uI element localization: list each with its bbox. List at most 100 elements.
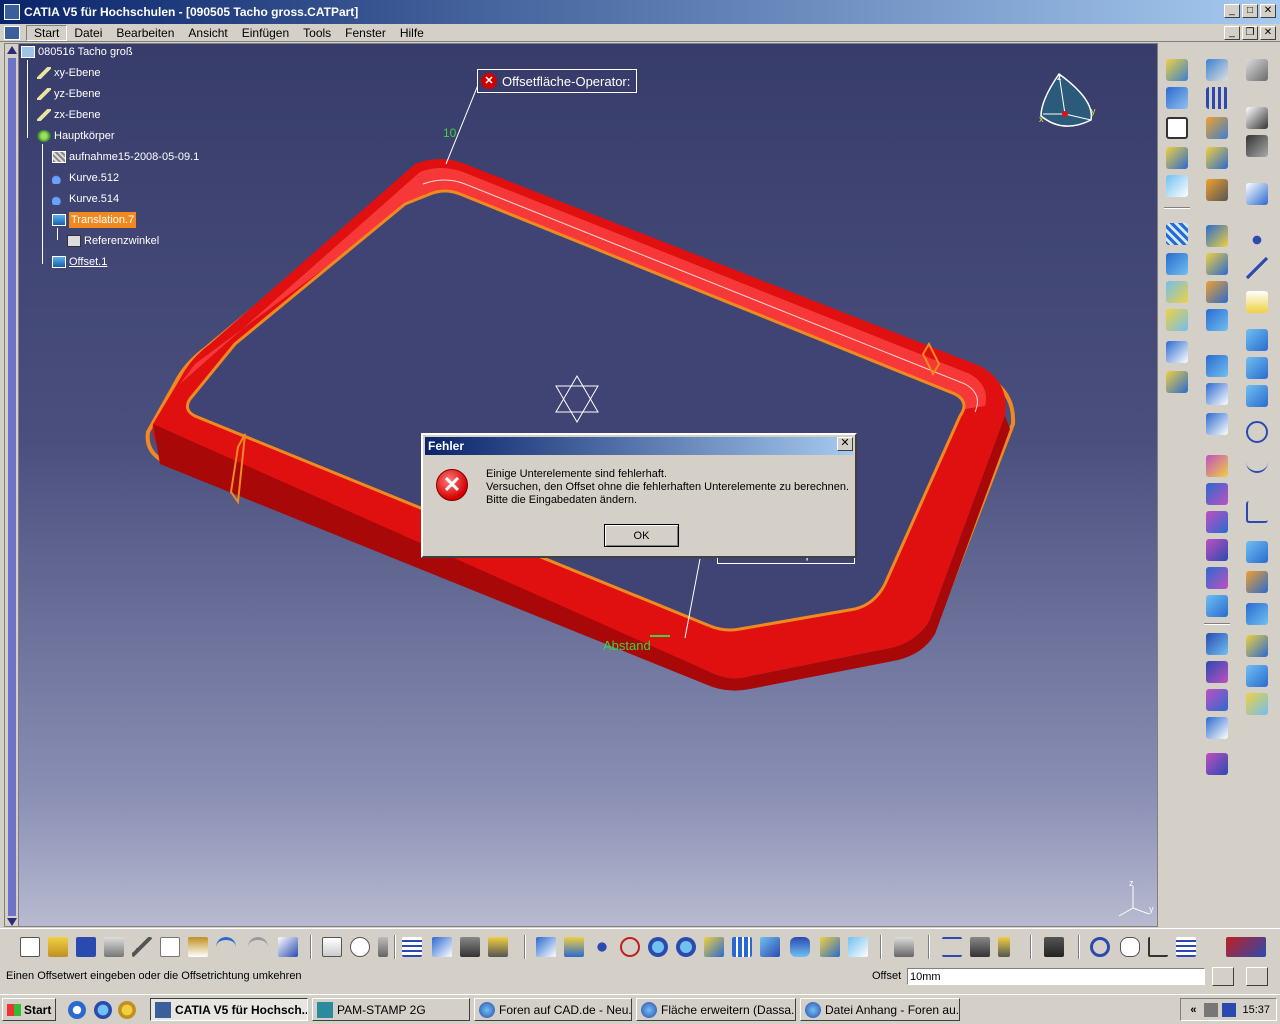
task-flaeche-erweitern[interactable]: Fläche erweitern (Dassa... — [636, 998, 796, 1021]
tree-icon[interactable] — [432, 937, 452, 957]
sketch-tool-icon[interactable] — [1166, 59, 1188, 81]
tree-item-main-body[interactable]: Hauptkörper — [37, 128, 115, 144]
start-button[interactable]: Start — [2, 998, 56, 1021]
status-icon-1[interactable] — [1212, 967, 1234, 986]
circle-icon[interactable] — [1246, 421, 1268, 443]
translate-icon[interactable] — [1206, 253, 1228, 275]
parallel-curve-icon[interactable] — [1246, 603, 1268, 625]
snap-icon[interactable] — [1246, 135, 1268, 157]
tree-scrollbar[interactable] — [5, 44, 19, 926]
tree-root[interactable]: 080516 Tacho groß — [21, 44, 133, 60]
scroll-down-icon[interactable] — [7, 918, 17, 926]
grid-icon[interactable] — [1206, 87, 1228, 109]
compass-tool-icon[interactable] — [1148, 937, 1168, 957]
axis-tool-icon[interactable] — [1206, 413, 1228, 435]
zoom-out-icon[interactable] — [676, 937, 696, 957]
help-icon[interactable] — [278, 937, 298, 957]
undo-icon[interactable] — [216, 937, 236, 957]
menu-tools[interactable]: Tools — [296, 26, 338, 40]
menu-hilfe[interactable]: Hilfe — [393, 26, 431, 40]
menu-datei[interactable]: Datei — [67, 26, 109, 40]
groove-icon[interactable] — [1206, 539, 1228, 561]
point-icon[interactable] — [1246, 229, 1268, 251]
messenger-icon[interactable] — [118, 1001, 136, 1019]
doc-restore-button[interactable]: ❐ — [1242, 26, 1258, 40]
shading-icon[interactable] — [790, 937, 810, 957]
ie-icon[interactable] — [94, 1001, 112, 1019]
distance-label[interactable]: Abstand — [603, 638, 651, 653]
shell-icon[interactable] — [1206, 717, 1228, 739]
part-icon[interactable] — [1246, 59, 1268, 81]
pocket-icon[interactable] — [1206, 483, 1228, 505]
axis-system-icon[interactable] — [1206, 59, 1228, 81]
arc-icon[interactable] — [1246, 451, 1268, 473]
tree-item-xy-plane[interactable]: xy-Ebene — [37, 65, 100, 81]
pan-icon[interactable] — [592, 937, 612, 957]
table-icon[interactable] — [402, 937, 422, 957]
sweep-icon[interactable] — [1206, 117, 1228, 139]
knowledge-icon[interactable] — [378, 937, 388, 957]
manipulate-icon[interactable] — [1120, 937, 1140, 957]
rotate-icon[interactable] — [1206, 309, 1228, 331]
tray-expand-icon[interactable]: « — [1190, 1004, 1196, 1016]
conic-icon[interactable] — [1246, 541, 1268, 563]
knowledge-advisor-icon[interactable] — [488, 937, 508, 957]
scale-icon[interactable] — [1166, 371, 1188, 393]
zoom-in-icon[interactable] — [648, 937, 668, 957]
close-button[interactable]: ✕ — [1260, 4, 1276, 18]
line-icon[interactable] — [1246, 257, 1268, 279]
network-icon[interactable] — [1204, 1002, 1219, 1017]
multi-view-icon[interactable] — [732, 937, 752, 957]
fit-all-icon[interactable] — [564, 937, 584, 957]
split-icon[interactable] — [1206, 281, 1228, 303]
project-icon[interactable] — [1246, 635, 1268, 657]
catia-app-icon[interactable] — [4, 4, 20, 20]
task-datei-anhang[interactable]: Datei Anhang - Foren au... — [800, 998, 960, 1021]
corner-icon[interactable] — [1246, 501, 1268, 523]
rib-icon[interactable] — [1206, 595, 1228, 617]
menu-start[interactable]: Start — [26, 24, 68, 41]
menu-bearbeiten[interactable]: Bearbeiten — [109, 26, 181, 40]
doc-minimize-button[interactable]: _ — [1224, 26, 1240, 40]
inertia-icon[interactable] — [998, 937, 1010, 957]
pad-icon[interactable] — [1206, 455, 1228, 477]
new-document-icon[interactable] — [20, 937, 40, 957]
fly-mode-icon[interactable] — [536, 937, 556, 957]
boundary-icon[interactable] — [1166, 341, 1188, 363]
print-icon[interactable] — [104, 937, 124, 957]
doc-close-button[interactable]: ✕ — [1260, 26, 1276, 40]
spiral-icon[interactable] — [1246, 571, 1268, 593]
combine-icon[interactable] — [1246, 693, 1268, 715]
formula-icon[interactable] — [322, 937, 342, 957]
surface-icon[interactable] — [1206, 147, 1228, 169]
shaft-icon[interactable] — [1206, 511, 1228, 533]
open-folder-icon[interactable] — [48, 937, 68, 957]
plane-tool-icon[interactable] — [1246, 291, 1268, 313]
extrude-icon[interactable] — [1166, 87, 1188, 109]
save-icon[interactable] — [76, 937, 96, 957]
rotate-view-icon[interactable] — [620, 937, 640, 957]
measure-icon[interactable] — [1246, 183, 1268, 205]
task-catia[interactable]: CATIA V5 für Hochsch... — [150, 998, 308, 1021]
status-icon-2[interactable] — [1246, 967, 1268, 986]
capture-icon[interactable] — [1044, 937, 1064, 957]
task-cad-forum[interactable]: Foren auf CAD.de - Neu... — [474, 998, 632, 1021]
menu-fenster[interactable]: Fenster — [338, 26, 393, 40]
symmetry-icon[interactable] — [1206, 355, 1228, 377]
join-icon[interactable] — [1206, 179, 1228, 201]
tree-item-offset[interactable]: Offset.1 — [52, 254, 107, 270]
extract-icon[interactable] — [1166, 281, 1188, 303]
clock[interactable]: 15:37 — [1242, 1004, 1270, 1016]
hole-icon[interactable] — [1206, 567, 1228, 589]
fill-icon[interactable] — [1166, 147, 1188, 169]
dialog-close-button[interactable]: ✕ — [837, 437, 853, 451]
document-menu-icon[interactable] — [4, 25, 20, 40]
pattern-icon[interactable] — [1166, 223, 1188, 245]
maximize-button[interactable]: □ — [1242, 4, 1258, 18]
tree-item-reference-angle[interactable]: Referenzwinkel — [67, 233, 159, 249]
compass-icon[interactable]: z x y — [1033, 70, 1097, 134]
blend-icon[interactable] — [1206, 225, 1228, 247]
task-pamstamp[interactable]: PAM-STAMP 2G — [312, 998, 470, 1021]
catalog-icon[interactable] — [894, 937, 914, 957]
copy-icon[interactable] — [160, 937, 180, 957]
